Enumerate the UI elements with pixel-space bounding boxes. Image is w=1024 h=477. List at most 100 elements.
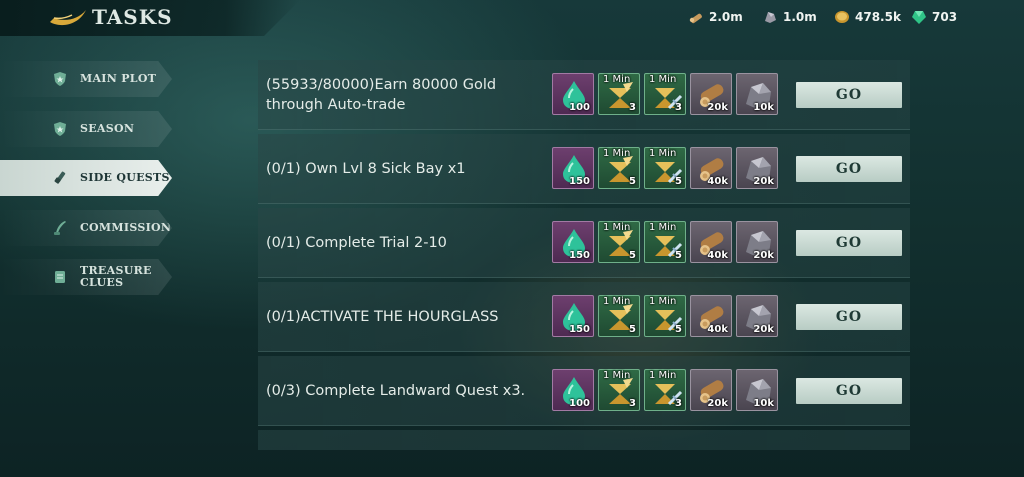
reward-speedup-2[interactable]: 1 Min 5 — [644, 147, 686, 189]
reward-speedup-1[interactable]: 1 Min 3 — [598, 369, 640, 411]
speedup-time-label: 1 Min — [649, 148, 677, 159]
reward-wood[interactable]: 40k — [690, 147, 732, 189]
sidebar-item-label-line2: CLUES — [80, 276, 124, 289]
task-row: (0/1)ACTIVATE THE HOURGLASS 150 1 Min 5 — [258, 282, 910, 352]
reward-qty: 3 — [629, 102, 636, 113]
back-arrow-icon[interactable] — [48, 6, 88, 30]
sidebar-item-commissions[interactable]: COMMISSIONS — [0, 210, 172, 246]
gem-value: 703 — [932, 10, 958, 24]
spyglass-icon — [54, 171, 66, 184]
reward-qty: 5 — [675, 324, 682, 335]
gem-resource: 703 — [911, 9, 957, 25]
task-row: (0/3) Complete Landward Quest x3. 100 1 … — [258, 356, 910, 426]
top-bar: TASKS 2.0m 1.0m 478.5k 703 — [0, 0, 1024, 36]
reward-qty: 10k — [753, 398, 774, 409]
gold-value: 478.5k — [855, 10, 901, 24]
sidebar-item-treasure-clues[interactable]: TREASURE CLUES — [0, 259, 172, 295]
reward-speedup-2[interactable]: 1 Min 5 — [644, 221, 686, 263]
reward-wood[interactable]: 20k — [690, 73, 732, 115]
sidebar-item-label: MAIN PLOT — [80, 72, 157, 85]
task-description: (0/1) Complete Trial 2-10 — [266, 235, 447, 251]
go-button[interactable]: GO — [796, 304, 902, 330]
reward-qty: 10k — [753, 102, 774, 113]
reward-speedup-2[interactable]: 1 Min 5 — [644, 295, 686, 337]
reward-qty: 100 — [569, 102, 590, 113]
sidebar-item-season[interactable]: SEASON — [0, 111, 172, 147]
reward-stone[interactable]: 10k — [736, 73, 778, 115]
reward-items: 100 1 Min 3 1 Min 3 20k 10k — [552, 73, 778, 115]
sidebar-item-label: SEASON — [80, 122, 135, 135]
reward-stone[interactable]: 20k — [736, 221, 778, 263]
stone-resource: 1.0m — [762, 9, 817, 25]
gold-resource: 478.5k — [834, 9, 901, 25]
shield-icon — [54, 72, 66, 86]
reward-qty: 20k — [753, 250, 774, 261]
reward-drop[interactable]: 150 — [552, 147, 594, 189]
reward-qty: 3 — [675, 398, 682, 409]
go-button[interactable]: GO — [796, 156, 902, 182]
reward-speedup-2[interactable]: 1 Min 3 — [644, 369, 686, 411]
wood-icon — [689, 13, 702, 24]
reward-items: 150 1 Min 5 1 Min 5 40k 20k — [552, 221, 778, 263]
sidebar-item-label: TREASURE CLUES — [80, 265, 152, 289]
reward-qty: 5 — [675, 250, 682, 261]
gem-icon — [912, 11, 926, 24]
reward-qty: 3 — [675, 102, 682, 113]
reward-drop[interactable]: 100 — [552, 73, 594, 115]
sidebar-item-side-quests[interactable]: SIDE QUESTS — [0, 160, 172, 196]
reward-wood[interactable]: 20k — [690, 369, 732, 411]
task-description: (0/1) Own Lvl 8 Sick Bay x1 — [266, 161, 466, 177]
speedup-time-label: 1 Min — [649, 74, 677, 85]
reward-drop[interactable]: 150 — [552, 295, 594, 337]
reward-stone[interactable]: 20k — [736, 147, 778, 189]
wood-value: 2.0m — [709, 10, 743, 24]
reward-speedup-1[interactable]: 1 Min 5 — [598, 147, 640, 189]
task-row: (0/1) Own Lvl 8 Sick Bay x1 150 1 Min 5 — [258, 134, 910, 204]
reward-qty: 100 — [569, 398, 590, 409]
reward-stone[interactable]: 10k — [736, 369, 778, 411]
reward-qty: 5 — [629, 250, 636, 261]
sidebar-item-label: SIDE QUESTS — [80, 171, 170, 184]
reward-speedup-1[interactable]: 1 Min 5 — [598, 295, 640, 337]
scroll-icon — [55, 271, 65, 283]
reward-qty: 20k — [707, 102, 728, 113]
reward-wood[interactable]: 40k — [690, 221, 732, 263]
page-title: TASKS — [92, 5, 173, 29]
reward-stone[interactable]: 20k — [736, 295, 778, 337]
sidebar-item-main-plot[interactable]: MAIN PLOT — [0, 61, 172, 97]
reward-speedup-1[interactable]: 1 Min 3 — [598, 73, 640, 115]
reward-items: 150 1 Min 5 1 Min 5 40k 20k — [552, 295, 778, 337]
task-row: (0/1) Complete Trial 2-10 150 1 Min 5 1 … — [258, 208, 910, 278]
reward-qty: 3 — [629, 398, 636, 409]
go-button[interactable]: GO — [796, 230, 902, 256]
reward-qty: 150 — [569, 176, 590, 187]
shield-icon — [54, 122, 66, 136]
reward-speedup-2[interactable]: 1 Min 3 — [644, 73, 686, 115]
stone-value: 1.0m — [783, 10, 817, 24]
reward-qty: 40k — [707, 176, 728, 187]
reward-qty: 40k — [707, 324, 728, 335]
reward-qty: 150 — [569, 250, 590, 261]
speedup-time-label: 1 Min — [649, 370, 677, 381]
stone-icon — [765, 12, 776, 23]
go-button[interactable]: GO — [796, 82, 902, 108]
reward-wood[interactable]: 40k — [690, 295, 732, 337]
reward-speedup-1[interactable]: 1 Min 5 — [598, 221, 640, 263]
speedup-time-label: 1 Min — [603, 296, 631, 307]
task-list[interactable]: (55933/80000)Earn 80000 Gold through Aut… — [258, 60, 910, 450]
wood-resource: 2.0m — [688, 9, 743, 25]
task-row: (55933/80000)Earn 80000 Gold through Aut… — [258, 60, 910, 130]
task-description: (55933/80000)Earn 80000 Gold through Aut… — [266, 77, 497, 113]
reward-drop[interactable]: 100 — [552, 369, 594, 411]
reward-qty: 5 — [629, 176, 636, 187]
go-button[interactable]: GO — [796, 378, 902, 404]
task-description: (0/3) Complete Landward Quest x3. — [266, 383, 526, 399]
speedup-time-label: 1 Min — [603, 222, 631, 233]
speedup-time-label: 1 Min — [603, 370, 631, 381]
reward-drop[interactable]: 150 — [552, 221, 594, 263]
quill-icon — [54, 221, 66, 235]
reward-qty: 20k — [753, 176, 774, 187]
reward-qty: 5 — [629, 324, 636, 335]
speedup-time-label: 1 Min — [649, 222, 677, 233]
task-row-partial — [258, 430, 910, 450]
